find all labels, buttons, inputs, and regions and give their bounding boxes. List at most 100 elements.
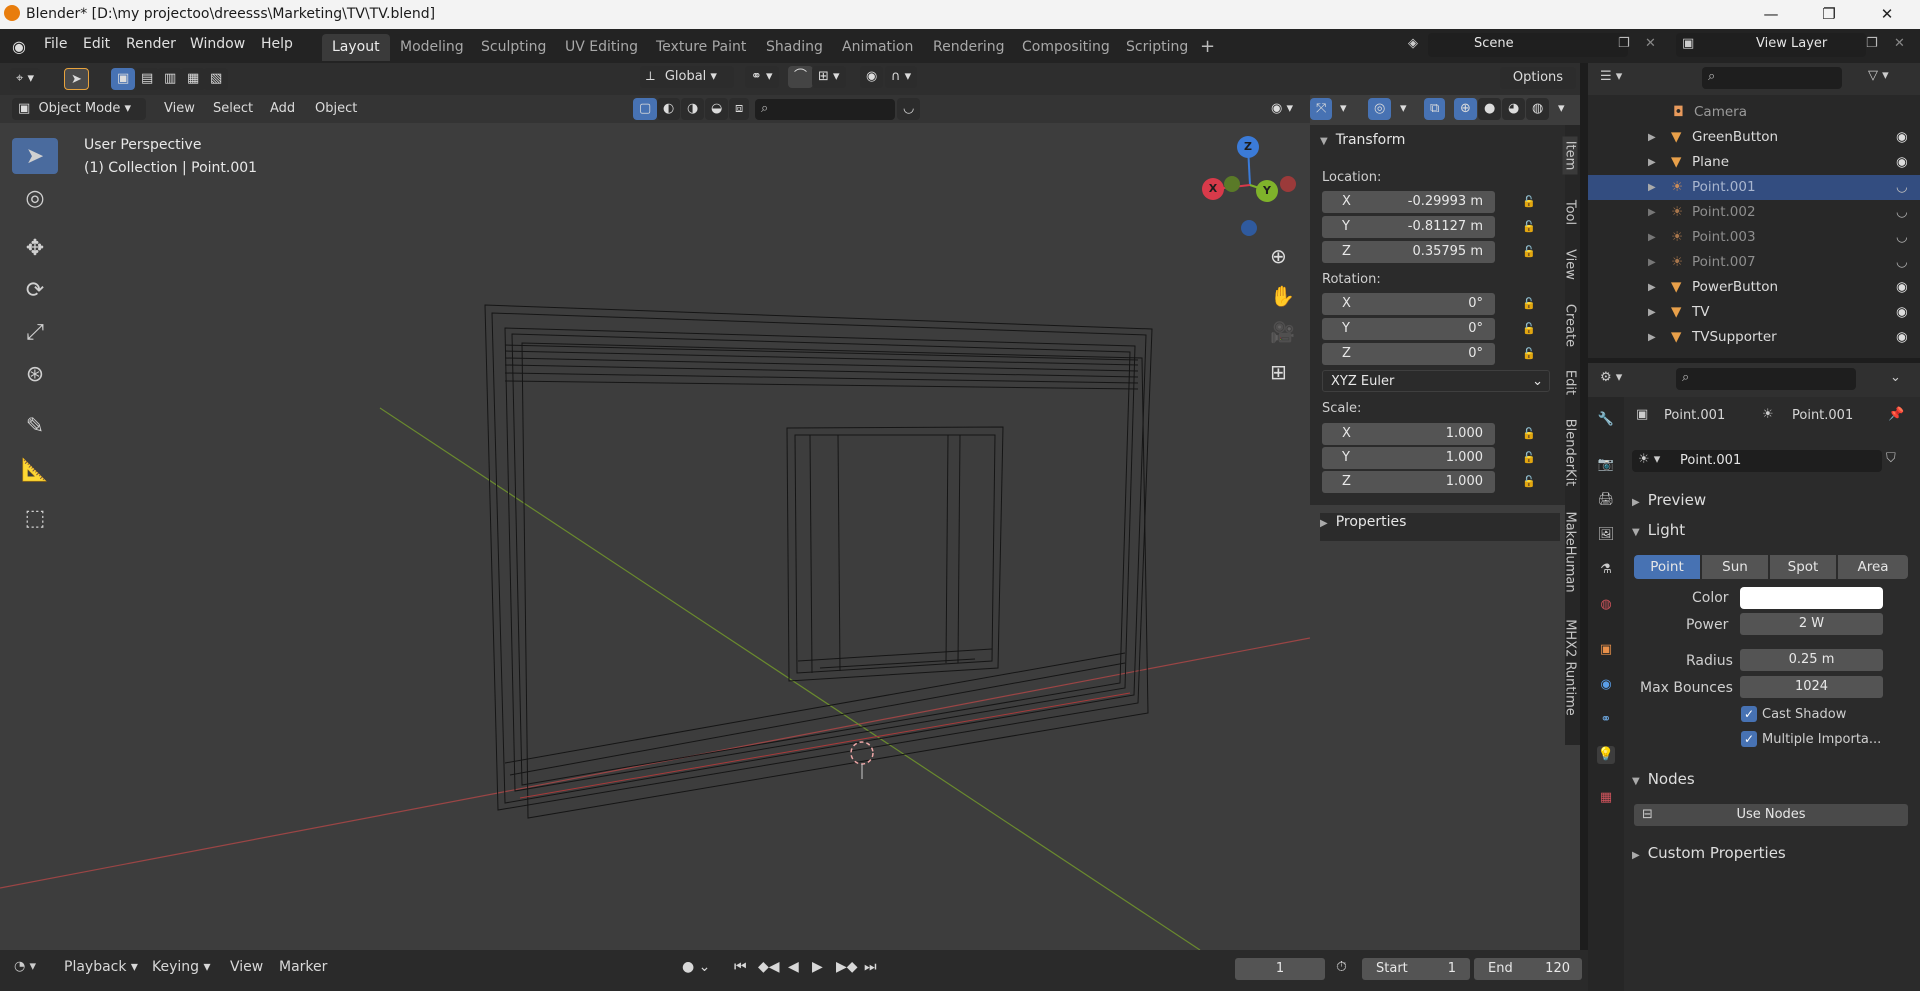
maximize-button[interactable]: ❐ bbox=[1806, 0, 1852, 29]
shading-wireframe-icon[interactable]: ⊕ bbox=[1454, 98, 1477, 120]
lock-rotation-y-icon[interactable]: 🔓 bbox=[1522, 322, 1536, 336]
outliner-row-tv[interactable]: ▶ ▼ TV ◉ bbox=[1588, 300, 1920, 325]
rotation-z-field[interactable]: Z 0° bbox=[1322, 343, 1495, 365]
orientation-dropdown[interactable]: ⟂ Global ▾ bbox=[640, 66, 734, 88]
lock-scale-y-icon[interactable]: 🔓 bbox=[1522, 451, 1536, 465]
tab-compositing[interactable]: Compositing bbox=[1012, 34, 1120, 61]
properties-search-input[interactable]: ⌕ bbox=[1676, 368, 1856, 390]
gizmo-neg-x[interactable] bbox=[1280, 176, 1296, 192]
outliner-row-greenbutton[interactable]: ▶ ▼ GreenButton ◉ bbox=[1588, 125, 1920, 150]
physics-props-icon[interactable]: ◉ bbox=[1597, 676, 1615, 694]
scale-x-field[interactable]: X 1.000 bbox=[1322, 423, 1495, 445]
select-tool-button[interactable]: ➤ bbox=[64, 68, 89, 90]
properties-options-icon[interactable]: ⌄ bbox=[1890, 370, 1901, 385]
new-view-layer-icon[interactable]: ❐ bbox=[1866, 36, 1878, 51]
tab-modeling[interactable]: Modeling bbox=[390, 34, 474, 61]
texture-props-icon[interactable]: ▦ bbox=[1597, 789, 1615, 807]
prev-keyframe-icon[interactable]: ◆◀ bbox=[758, 959, 780, 975]
menu-window[interactable]: Window bbox=[190, 36, 245, 52]
view-layer-props-icon[interactable]: 🖼 bbox=[1597, 526, 1615, 544]
outliner-type-icon[interactable]: ☰ ▾ bbox=[1600, 69, 1622, 84]
outliner-row-point-003[interactable]: ▶ ☀ Point.003 ◡ bbox=[1588, 225, 1920, 250]
menu-object[interactable]: Object bbox=[309, 98, 363, 120]
tweak-tool-icon[interactable]: ➤ bbox=[12, 138, 58, 174]
select-mode-intersect-button[interactable]: ▧ bbox=[204, 68, 229, 90]
shading-dropdown[interactable]: ▾ bbox=[1552, 98, 1571, 120]
menu-view[interactable]: View bbox=[158, 98, 201, 120]
falloff-dropdown[interactable]: ∩ ▾ bbox=[885, 66, 918, 88]
tab-makehuman[interactable]: MakeHuman bbox=[1563, 512, 1578, 593]
tab-mhx2-runtime[interactable]: MHX2 Runtime bbox=[1563, 618, 1578, 718]
overlay-dropdown[interactable]: ▾ bbox=[1394, 98, 1413, 120]
tab-sculpting[interactable]: Sculpting bbox=[471, 34, 556, 61]
eye-icon[interactable]: ◉ bbox=[1896, 275, 1908, 300]
outliner-row-point-001[interactable]: ▶ ☀ Point.001 ◡ bbox=[1588, 175, 1920, 200]
menu-edit[interactable]: Edit bbox=[83, 36, 110, 52]
scene-selector[interactable]: ◈ Scene bbox=[1408, 33, 1628, 57]
marker-menu[interactable]: Marker bbox=[279, 959, 327, 975]
tab-view[interactable]: View bbox=[1563, 246, 1578, 284]
add-workspace-icon[interactable]: + bbox=[1200, 36, 1215, 57]
blender-menu-icon[interactable]: ◉ bbox=[12, 37, 26, 56]
shading-material-icon[interactable]: ◕ bbox=[1502, 98, 1526, 120]
view-menu[interactable]: View bbox=[230, 959, 263, 975]
play-icon[interactable]: ▶ bbox=[812, 959, 823, 975]
play-reverse-icon[interactable]: ◀ bbox=[788, 959, 799, 975]
menu-render[interactable]: Render bbox=[126, 36, 176, 52]
tab-create[interactable]: Create bbox=[1563, 303, 1578, 349]
jump-start-icon[interactable]: ⏮ bbox=[734, 959, 747, 975]
tab-scripting[interactable]: Scripting bbox=[1116, 34, 1198, 61]
delete-scene-icon[interactable]: ✕ bbox=[1645, 36, 1656, 51]
select-mode-extend-button[interactable]: ▤ bbox=[135, 68, 160, 90]
visibility-dropdown[interactable]: ◉ ▾ bbox=[1265, 98, 1299, 120]
record-toggle-icon[interactable]: ● ⌄ bbox=[682, 959, 710, 975]
menu-select[interactable]: Select bbox=[207, 98, 259, 120]
tab-rendering[interactable]: Rendering bbox=[923, 34, 1015, 61]
render-material-icon[interactable]: ◑ bbox=[681, 98, 705, 120]
tab-layout[interactable]: Layout bbox=[322, 34, 390, 61]
cast-shadow-checkbox[interactable]: ✓ bbox=[1741, 706, 1757, 722]
proportional-edit-icon[interactable]: ◉ bbox=[860, 66, 884, 88]
ortho-grid-icon[interactable]: ⊞ bbox=[1270, 360, 1287, 384]
gizmo-dropdown[interactable]: ▾ bbox=[1334, 98, 1353, 120]
constraints-props-icon[interactable]: ⚭ bbox=[1597, 711, 1615, 729]
rotation-y-field[interactable]: Y 0° bbox=[1322, 318, 1495, 340]
properties-type-icon[interactable]: ⚙ ▾ bbox=[1600, 370, 1622, 385]
lock-scale-x-icon[interactable]: 🔓 bbox=[1522, 427, 1536, 441]
location-x-field[interactable]: X -0.29993 m bbox=[1322, 191, 1495, 213]
jump-end-icon[interactable]: ⏭ bbox=[864, 959, 877, 975]
light-data-props-icon[interactable]: 💡 bbox=[1597, 746, 1615, 764]
menu-add[interactable]: Add bbox=[264, 98, 301, 120]
transform-tool-icon[interactable]: ⊛ bbox=[12, 356, 58, 394]
lock-location-y-icon[interactable]: 🔓 bbox=[1522, 220, 1536, 234]
start-frame-field[interactable]: Start 1 bbox=[1362, 958, 1470, 980]
properties-header[interactable]: ▶ Properties bbox=[1320, 513, 1560, 541]
tab-texture-paint[interactable]: Texture Paint bbox=[646, 34, 756, 61]
lock-location-z-icon[interactable]: 🔓 bbox=[1522, 245, 1536, 259]
use-nodes-button[interactable]: ⊟ Use Nodes bbox=[1634, 804, 1908, 826]
radius-field[interactable]: 0.25 m bbox=[1740, 649, 1883, 671]
timeline-editor-icon[interactable]: ◔ ▾ bbox=[14, 959, 36, 974]
lock-scale-z-icon[interactable]: 🔓 bbox=[1522, 475, 1536, 489]
outliner-row-plane[interactable]: ▶ ▼ Plane ◉ bbox=[1588, 150, 1920, 175]
pan-hand-icon[interactable]: ✋ bbox=[1270, 284, 1295, 308]
pivot-dropdown[interactable]: ⚭ ▾ bbox=[745, 66, 779, 88]
max-bounces-field[interactable]: 1024 bbox=[1740, 676, 1883, 698]
preview-range-icon[interactable]: ⏱ bbox=[1336, 959, 1347, 975]
scene-props-icon[interactable]: ⚗ bbox=[1597, 561, 1615, 579]
custom-properties-header[interactable]: ▶ Custom Properties bbox=[1632, 844, 1786, 862]
shading-rendered-icon[interactable]: ◍ bbox=[1526, 98, 1550, 120]
lock-location-x-icon[interactable]: 🔓 bbox=[1522, 195, 1536, 209]
tab-uv-editing[interactable]: UV Editing bbox=[555, 34, 648, 61]
world-props-icon[interactable]: ◍ bbox=[1597, 596, 1615, 614]
transform-header[interactable]: ▼ Transform bbox=[1320, 132, 1405, 148]
light-type-area[interactable]: Area bbox=[1838, 555, 1908, 579]
eye-icon[interactable]: ◉ bbox=[1896, 325, 1908, 350]
shading-solid-icon[interactable]: ● bbox=[1478, 98, 1502, 120]
scale-tool-icon[interactable]: ⤢ bbox=[12, 314, 58, 352]
select-mode-invert-button[interactable]: ▦ bbox=[181, 68, 206, 90]
search-dropdown-icon[interactable]: ◡ bbox=[897, 98, 921, 120]
viewport-search-field[interactable]: ⌕ bbox=[755, 99, 895, 120]
editor-type-button[interactable]: ⌖ ▾ bbox=[10, 68, 40, 90]
move-tool-icon[interactable]: ✥ bbox=[12, 230, 58, 268]
